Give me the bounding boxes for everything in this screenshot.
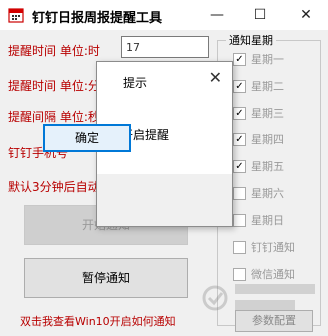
dialog-close-icon[interactable]: ✕: [209, 68, 222, 87]
checkbox-label: 星期五: [251, 160, 284, 173]
checkbox-box[interactable]: [233, 186, 246, 200]
checkbox-label: 星期四: [251, 133, 284, 146]
weekday-checkbox[interactable]: 星期六: [233, 185, 284, 201]
weekday-checkbox[interactable]: ✓ 星期四: [233, 131, 284, 147]
weekday-checkbox[interactable]: ✓ 星期五: [233, 158, 284, 174]
checkbox-box[interactable]: ✓: [233, 132, 246, 146]
remind-hour-input[interactable]: [121, 36, 209, 58]
checkbox-box[interactable]: [233, 213, 246, 227]
checkbox-label: 星期日: [251, 214, 284, 227]
weekday-checkbox[interactable]: 钉钉通知: [233, 239, 295, 255]
pause-notify-button[interactable]: 暂停通知: [24, 258, 188, 298]
title-bar: 钉钉日报周报提醒工具 — ☐ ✕: [0, 0, 328, 30]
checkbox-box[interactable]: ✓: [233, 106, 246, 120]
weekday-checkbox[interactable]: 星期日: [233, 212, 284, 228]
dialog-ok-button[interactable]: 确定: [43, 124, 131, 152]
win10-help-link[interactable]: 双击我查看Win10开启如何通知: [20, 313, 176, 329]
remind-minute-label: 提醒时间 单位:分: [8, 79, 96, 93]
checkbox-box[interactable]: ✓: [233, 52, 246, 66]
dialog-footer: [97, 174, 232, 226]
weekday-checkbox[interactable]: ✓ 星期一: [233, 51, 284, 67]
weekday-group-legend: 通知星期: [226, 32, 276, 48]
minimize-button[interactable]: —: [195, 0, 239, 30]
remind-interval-label: 提醒间隔 单位:秒: [8, 110, 96, 124]
close-button[interactable]: ✕: [284, 0, 328, 30]
checkbox-box[interactable]: ✓: [233, 159, 246, 173]
weekday-checkbox[interactable]: ✓ 星期二: [233, 78, 284, 94]
checkbox-label: 星期六: [251, 187, 284, 200]
auto-label: 默认3分钟后自动: [8, 180, 96, 194]
calendar-icon: [8, 8, 24, 23]
remind-hour-label: 提醒时间 单位:时: [8, 44, 100, 58]
checkbox-label: 星期三: [251, 107, 284, 120]
maximize-button[interactable]: ☐: [238, 0, 282, 30]
main-window: 钉钉日报周报提醒工具 — ☐ ✕ 提醒时间 单位:时 提醒时间 单位:分 提醒间…: [0, 0, 328, 336]
checkbox-box[interactable]: [233, 240, 246, 254]
watermark-logo: [202, 284, 315, 311]
checkbox-label: 星期二: [251, 80, 284, 93]
checkbox-box[interactable]: ✓: [233, 79, 246, 93]
checkbox-label: 钉钉通知: [251, 241, 295, 254]
checkbox-label: 星期一: [251, 53, 284, 66]
dialog-title: 提示: [123, 76, 148, 90]
window-title: 钉钉日报周报提醒工具: [32, 11, 163, 26]
weekday-checkbox[interactable]: ✓ 星期三: [233, 105, 284, 121]
